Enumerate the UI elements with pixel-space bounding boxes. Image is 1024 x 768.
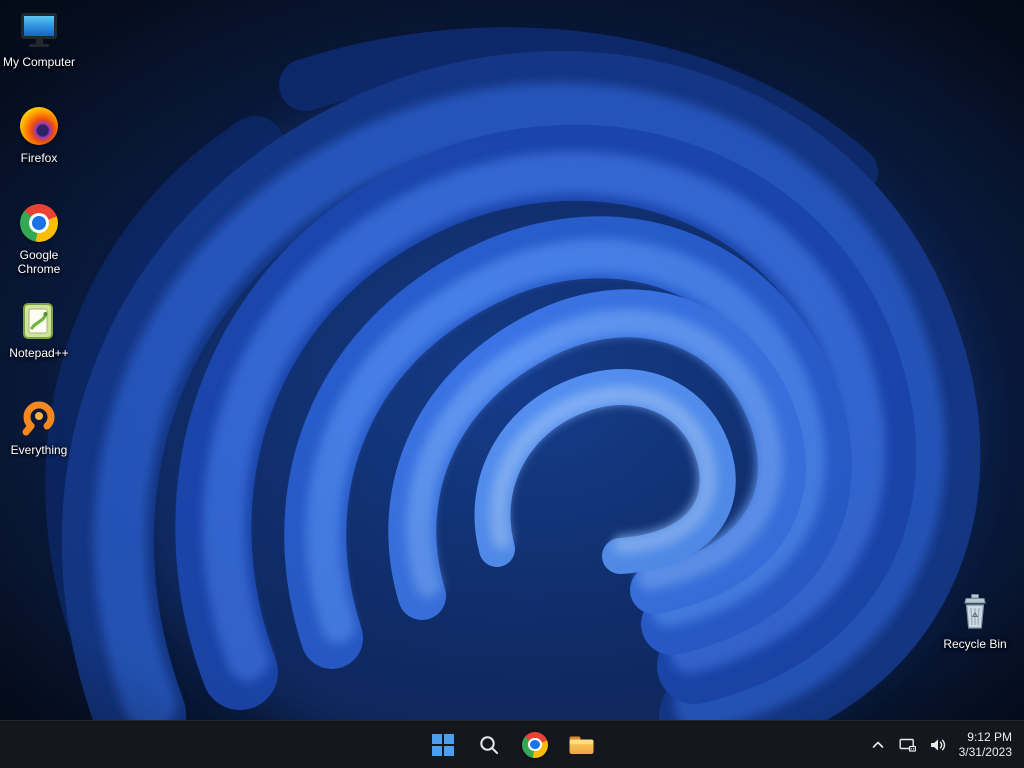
firefox-icon [19, 106, 59, 146]
desktop-icon-label: Firefox [20, 151, 58, 165]
chrome-taskbar-button[interactable] [515, 725, 555, 765]
hidden-icons-button[interactable] [869, 721, 887, 768]
taskbar: 9:12 PM 3/31/2023 [0, 720, 1024, 768]
desktop-icon-everything[interactable]: Everything [1, 398, 77, 457]
file-explorer-button[interactable] [561, 725, 601, 765]
network-tray-button[interactable] [899, 721, 917, 768]
desktop-icon-label: My Computer [2, 55, 76, 69]
desktop-icon-label: Google Chrome [17, 248, 61, 276]
clock-time: 9:12 PM [967, 730, 1012, 744]
search-icon [480, 735, 498, 754]
windows-logo-icon [432, 733, 454, 756]
desktop: My Computer Firefox Google Chrome Notepa… [0, 0, 1024, 768]
bloom-wallpaper-art [0, 0, 1024, 720]
folder-icon [569, 736, 593, 754]
desktop-icon-google-chrome[interactable]: Google Chrome [1, 203, 77, 276]
taskbar-center-group [423, 725, 601, 765]
everything-icon [19, 398, 59, 438]
wallpaper [0, 0, 1024, 720]
my-computer-icon [19, 10, 59, 50]
clock-date: 3/31/2023 [958, 745, 1012, 759]
desktop-icon-notepadpp[interactable]: Notepad++ [1, 301, 77, 360]
volume-icon [931, 739, 946, 751]
desktop-icon-firefox[interactable]: Firefox [1, 106, 77, 165]
system-tray: 9:12 PM 3/31/2023 [869, 721, 1024, 768]
chevron-up-icon [872, 741, 883, 748]
chrome-icon [522, 731, 548, 758]
desktop-icon-recycle-bin[interactable]: Recycle Bin [937, 592, 1013, 651]
network-icon [899, 738, 917, 752]
recycle-bin-icon [955, 592, 995, 632]
chrome-icon [19, 203, 59, 243]
desktop-icon-label: Recycle Bin [943, 637, 1007, 651]
desktop-icon-my-computer[interactable]: My Computer [1, 10, 77, 69]
taskbar-clock[interactable]: 9:12 PM 3/31/2023 [959, 730, 1012, 760]
volume-tray-button[interactable] [929, 721, 947, 768]
start-button[interactable] [423, 725, 463, 765]
desktop-icon-label: Everything [10, 443, 68, 457]
search-button[interactable] [469, 725, 509, 765]
notepadpp-icon [19, 301, 59, 341]
desktop-icon-label: Notepad++ [9, 346, 69, 360]
